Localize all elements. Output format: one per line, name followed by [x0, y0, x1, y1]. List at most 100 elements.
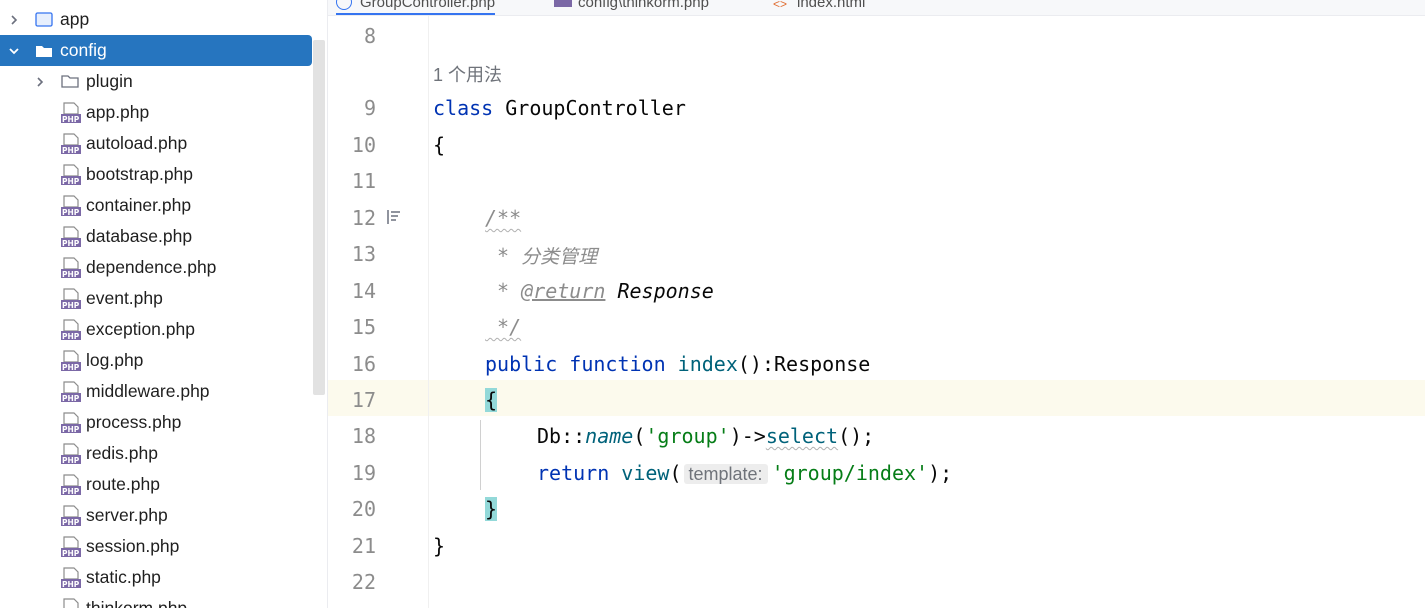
line-number: 14 — [351, 279, 376, 303]
code-line-12: /** — [485, 206, 521, 230]
line-number: 10 — [351, 133, 376, 157]
php-file-icon: PHP — [61, 164, 81, 186]
brace: } — [433, 534, 446, 558]
tree-item-file[interactable]: PHP process.php — [0, 407, 312, 438]
php-file-icon: PHP — [61, 195, 81, 217]
tree-item-label: database.php — [86, 226, 193, 246]
keyword: public — [485, 352, 558, 376]
line-number: 9 — [363, 96, 376, 120]
svg-text:PHP: PHP — [62, 487, 80, 496]
tree-item-label: thinkorm.php — [86, 598, 188, 608]
tree-item-file[interactable]: PHP server.php — [0, 500, 312, 531]
tree-scrollbar[interactable] — [313, 40, 325, 395]
tree-item-label: redis.php — [86, 443, 158, 463]
gutter-separator — [428, 16, 429, 608]
tree-item-file[interactable]: PHP redis.php — [0, 438, 312, 469]
tree-item-file[interactable]: PHP container.php — [0, 190, 312, 221]
tab-index-html[interactable]: <> index.html — [773, 0, 865, 13]
chevron-down-icon[interactable] — [8, 45, 20, 57]
tree-item-file[interactable]: PHP static.php — [0, 562, 312, 593]
php-file-icon — [554, 0, 572, 7]
paren: ( — [633, 424, 646, 448]
tab-group-controller[interactable]: GroupController.php — [336, 0, 496, 15]
signature: ():Response — [737, 352, 871, 376]
tree-item-label: dependence.php — [86, 257, 217, 277]
line-number: 18 — [351, 424, 376, 448]
tree-item-plugin[interactable]: plugin — [0, 66, 312, 97]
tab-label: index.html — [797, 0, 866, 11]
tree-item-file[interactable]: PHP log.php — [0, 345, 312, 376]
tree-item-app[interactable]: app — [0, 4, 312, 35]
folder-icon — [61, 73, 79, 89]
chevron-right-icon[interactable] — [34, 76, 46, 88]
line-number: 15 — [351, 315, 376, 339]
php-class-icon — [336, 0, 352, 10]
tree-item-file[interactable]: PHP dependence.php — [0, 252, 312, 283]
tree-item-file[interactable]: PHP route.php — [0, 469, 312, 500]
tree-item-label: server.php — [86, 505, 168, 525]
tree-item-file[interactable]: PHP database.php — [0, 221, 312, 252]
paren: ( — [669, 461, 682, 485]
line-number: 19 — [351, 461, 376, 485]
doc-comment-open: /** — [485, 206, 522, 230]
tree-item-label: exception.php — [86, 319, 195, 339]
doc-tag: @return — [521, 279, 606, 303]
svg-text:PHP: PHP — [62, 456, 80, 465]
project-tree-panel: app config plugin PHP app.php PHP autolo… — [0, 0, 327, 608]
usage-count-hint[interactable]: 1 个用法 — [433, 61, 502, 87]
tab-label: GroupController.php — [360, 0, 496, 11]
svg-text:PHP: PHP — [62, 363, 80, 372]
svg-text:PHP: PHP — [62, 115, 80, 124]
function-call: view — [609, 461, 670, 485]
tree-item-label: autoload.php — [86, 133, 188, 153]
php-file-icon: PHP — [61, 505, 81, 527]
tree-item-file[interactable]: PHP thinkorm.php — [0, 593, 312, 608]
line-number: 8 — [363, 24, 376, 48]
doc-comment-close: */ — [485, 315, 522, 339]
svg-text:PHP: PHP — [62, 394, 80, 403]
keyword: function — [557, 352, 666, 376]
folder-icon — [35, 43, 53, 59]
php-file-icon: PHP — [61, 567, 81, 589]
tab-thinkorm[interactable]: config\thinkorm.php — [554, 0, 709, 13]
tree-item-label: session.php — [86, 536, 180, 556]
html-file-icon: <> — [773, 0, 788, 11]
tree-item-config[interactable]: config — [0, 35, 312, 66]
doc-comment-icon[interactable] — [386, 209, 402, 225]
php-file-icon: PHP — [61, 474, 81, 496]
code-line-19: return view(template:'group/index'); — [537, 461, 952, 485]
svg-text:PHP: PHP — [62, 239, 80, 248]
line-number: 20 — [351, 497, 376, 521]
tree-item-file[interactable]: PHP autoload.php — [0, 128, 312, 159]
matched-brace: { — [485, 388, 498, 412]
tree-item-file[interactable]: PHP exception.php — [0, 314, 312, 345]
indent-guide — [480, 420, 481, 490]
tree-item-label: process.php — [86, 412, 182, 432]
tree-item-file[interactable]: PHP event.php — [0, 283, 312, 314]
tree-item-file[interactable]: PHP app.php — [0, 97, 312, 128]
class-ref: Db:: — [537, 424, 586, 448]
doc-comment-star: * — [485, 244, 522, 268]
php-file-icon: PHP — [61, 257, 81, 279]
php-file-icon: PHP — [61, 350, 81, 372]
svg-text:PHP: PHP — [62, 425, 80, 434]
tree-item-file[interactable]: PHP bootstrap.php — [0, 159, 312, 190]
code-line-17: { — [485, 388, 498, 412]
tree-item-label: log.php — [86, 350, 144, 370]
code-line-18: Db::name('group')->select(); — [537, 424, 874, 448]
svg-text:PHP: PHP — [62, 208, 80, 217]
arrow-op: )-> — [729, 424, 766, 448]
doc-comment-star: * — [485, 279, 522, 303]
code-line-20: } — [485, 497, 498, 521]
tree-item-file[interactable]: PHP middleware.php — [0, 376, 312, 407]
php-file-icon: PHP — [61, 133, 81, 155]
svg-text:PHP: PHP — [62, 580, 80, 589]
tree-item-label: plugin — [86, 71, 133, 91]
line-number: 21 — [351, 534, 376, 558]
svg-text:PHP: PHP — [62, 332, 80, 341]
matched-brace: } — [485, 497, 498, 521]
tree-item-label: container.php — [86, 195, 192, 215]
tree-item-file[interactable]: PHP session.php — [0, 531, 312, 562]
svg-text:PHP: PHP — [62, 270, 80, 279]
chevron-right-icon[interactable] — [8, 14, 20, 26]
